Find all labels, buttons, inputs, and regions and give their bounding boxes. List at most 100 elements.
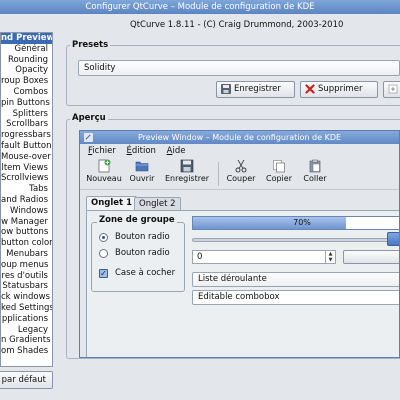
- sidebar-item[interactable]: oup menus: [1, 260, 52, 271]
- save-icon: [221, 83, 231, 94]
- apercu-label: Aperçu: [70, 113, 108, 123]
- sidebar-item[interactable]: Scrollbars: [1, 119, 52, 130]
- import-icon: [388, 84, 398, 93]
- preview-title: Preview Window – Module de configuration…: [137, 133, 342, 142]
- toolbar-copy-label: Copier: [266, 174, 292, 183]
- scissors-icon: [235, 159, 247, 173]
- sidebar-item[interactable]: Legacy: [1, 325, 52, 336]
- delete-preset-button[interactable]: Supprimer: [300, 81, 378, 98]
- radio-button-1-label: Bouton radio: [115, 232, 170, 242]
- toolbar-cut-label: Couper: [226, 174, 256, 183]
- tab-page: Zone de groupe Bouton radio Bouton radio…: [86, 210, 399, 357]
- delete-preset-label: Supprimer: [318, 84, 363, 94]
- defaults-button[interactable]: par défaut: [0, 371, 53, 389]
- save-preset-button[interactable]: Enregistrer: [216, 81, 295, 98]
- sidebar-item[interactable]: button colors: [1, 238, 52, 249]
- slider-handle[interactable]: [387, 232, 399, 246]
- checkbox-label: Case à cocher: [115, 268, 176, 278]
- menu-fichier[interactable]: Fichier: [88, 146, 116, 156]
- sidebar-item[interactable]: ked Settings: [1, 303, 52, 314]
- presets-label: Presets: [70, 40, 111, 50]
- preview-titlebar[interactable]: Preview Window – Module de configuration…: [80, 131, 399, 144]
- sidebar-item[interactable]: ltem Views: [1, 163, 52, 174]
- sidebar-item[interactable]: Rounding: [1, 55, 52, 66]
- save-preset-label: Enregistrer: [234, 84, 281, 94]
- sidebar-item[interactable]: n Gradients: [1, 335, 52, 346]
- radio-button-2-label: Bouton radio: [115, 248, 170, 258]
- save-icon: [180, 159, 194, 173]
- sidebar-item[interactable]: Général: [1, 44, 52, 55]
- toolbar-save-button[interactable]: Enregistrer: [162, 159, 212, 183]
- new-document-icon: [98, 159, 111, 173]
- defaults-button-label: par défaut: [1, 375, 46, 385]
- sidebar-item[interactable]: roup Boxes: [1, 76, 52, 87]
- toolbar-paste-button[interactable]: Coller: [300, 159, 330, 183]
- menu-aide[interactable]: Aide: [167, 146, 186, 156]
- tab-onglet-1-label: Onglet 1: [91, 198, 132, 208]
- toolbar-copy-button[interactable]: Copier: [264, 159, 294, 183]
- preview-window: Preview Window – Module de configuration…: [79, 130, 400, 358]
- preview-menubar: Fichier Édition Aide: [80, 144, 399, 158]
- push-button[interactable]: [343, 250, 399, 264]
- slider-track[interactable]: [192, 238, 399, 242]
- toolbar-new-button[interactable]: Nouveau: [86, 159, 122, 183]
- spin-box-value: 0: [197, 252, 203, 262]
- sidebar-item[interactable]: Opacity: [1, 65, 52, 76]
- sidebar-item[interactable]: and Radios: [1, 195, 52, 206]
- delete-icon: [305, 83, 315, 94]
- toolbar-open-button[interactable]: Ouvrir: [126, 159, 158, 183]
- presets-combo-value: Solidity: [84, 63, 116, 73]
- toolbar-cut-button[interactable]: Couper: [224, 159, 258, 183]
- spin-arrows[interactable]: ▲ ▼: [325, 251, 335, 263]
- presets-combo[interactable]: Solidity: [78, 60, 400, 76]
- editable-combobox[interactable]: Editable combobox: [192, 290, 399, 305]
- sidebar-item[interactable]: Mouse-over: [1, 152, 52, 163]
- window-title: Configurer QtCurve – Module de configura…: [85, 2, 315, 12]
- sidebar-item[interactable]: om Shades: [1, 346, 52, 357]
- editable-combobox-value: Editable combobox: [198, 292, 280, 302]
- sidebar-item[interactable]: Statusbars: [1, 281, 52, 292]
- checkbox[interactable]: ✓: [99, 269, 108, 278]
- tab-onglet-2-label: Onglet 2: [139, 199, 176, 209]
- toolbar-paste-label: Coller: [303, 174, 327, 183]
- sidebar-item[interactable]: Scrollviews: [1, 173, 52, 184]
- sidebar-item[interactable]: Combos: [1, 87, 52, 98]
- sidebar: nd Preview Général Rounding Opacity roup Box…: [0, 32, 53, 367]
- paste-icon: [309, 159, 321, 173]
- open-folder-icon: [135, 161, 149, 172]
- sidebar-item[interactable]: res d'outils: [1, 271, 52, 282]
- toolbar-new-label: Nouveau: [86, 174, 122, 183]
- sidebar-item[interactable]: ow buttons: [1, 227, 52, 238]
- radio-button-2[interactable]: [99, 249, 108, 258]
- sidebar-item[interactable]: w Manager: [1, 217, 52, 228]
- copy-icon: [273, 160, 285, 173]
- tab-onglet-2[interactable]: Onglet 2: [134, 197, 181, 211]
- window-menu-icon[interactable]: [84, 133, 93, 142]
- sidebar-item[interactable]: pplications: [1, 314, 52, 325]
- progress-label: 70%: [293, 218, 311, 227]
- dropdown-list[interactable]: Liste déroulante: [192, 272, 399, 287]
- radio-button-1[interactable]: [99, 233, 108, 242]
- window-titlebar[interactable]: Configurer QtCurve – Module de configura…: [0, 0, 400, 14]
- progress-bar: 70%: [192, 216, 399, 230]
- preview-toolbar: Nouveau Ouvrir Enregistrer Couper Copier…: [80, 158, 399, 190]
- version-label: QtCurve 1.8.11 - (C) Craig Drummond, 200…: [130, 20, 344, 30]
- sidebar-item[interactable]: Windows: [1, 206, 52, 217]
- sidebar-item[interactable]: Menubars: [1, 249, 52, 260]
- tab-onglet-1[interactable]: Onglet 1: [86, 196, 137, 211]
- menu-edition[interactable]: Édition: [127, 146, 156, 156]
- sidebar-item[interactable]: fault Button: [1, 141, 52, 152]
- zone-de-groupe-label: Zone de groupe: [97, 215, 177, 225]
- dropdown-list-value: Liste déroulante: [198, 274, 267, 284]
- sidebar-item[interactable]: Splitters: [1, 109, 52, 120]
- sidebar-item[interactable]: Tabs: [1, 184, 52, 195]
- toolbar-save-label: Enregistrer: [164, 174, 210, 183]
- sidebar-item[interactable]: nd Preview: [1, 33, 52, 44]
- sidebar-item[interactable]: pin Buttons: [1, 98, 52, 109]
- spin-box[interactable]: 0 ▲ ▼: [192, 250, 336, 264]
- sidebar-item[interactable]: ck windows: [1, 292, 52, 303]
- toolbar-separator: [218, 162, 219, 186]
- import-preset-button[interactable]: [383, 81, 400, 98]
- toolbar-open-label: Ouvrir: [129, 174, 155, 183]
- sidebar-item[interactable]: rogressbars: [1, 130, 52, 141]
